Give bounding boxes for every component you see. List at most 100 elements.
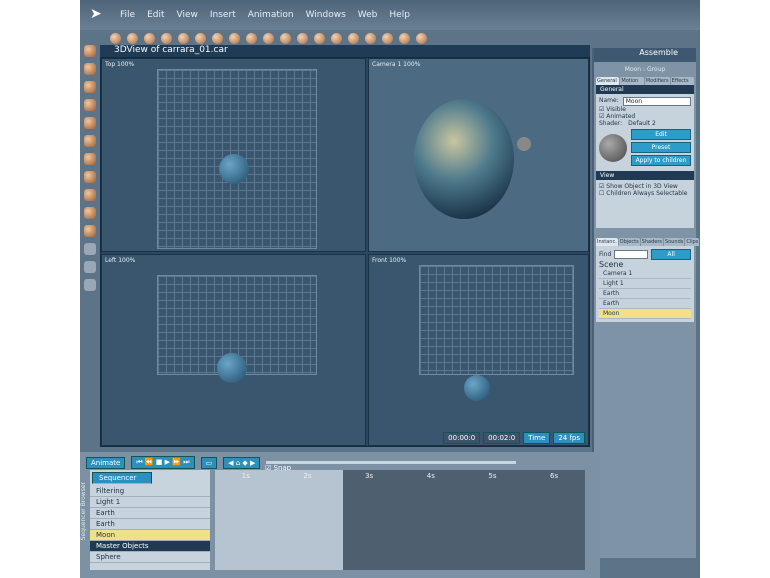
menu-windows[interactable]: Windows [306,10,346,20]
viewport-left[interactable]: Left 100% [101,254,366,446]
find-input[interactable] [614,250,649,259]
fire-icon[interactable] [280,32,291,44]
section-general[interactable]: General [596,85,694,94]
shader-eyedropper-icon[interactable] [84,225,96,237]
bulb-icon[interactable] [365,32,376,44]
menu-view[interactable]: View [177,10,198,20]
sequencer-select[interactable]: Sequencer [92,472,152,484]
scene-item[interactable]: Earth [599,299,691,309]
scene-item[interactable]: Earth [599,289,691,299]
tab-effects[interactable]: Effects [670,77,694,85]
primitive-icon[interactable] [212,32,223,44]
pan-icon[interactable] [84,207,96,219]
animate-button[interactable]: Animate [86,456,126,469]
link-icon[interactable] [84,117,96,129]
menu-animation[interactable]: Animation [248,10,294,20]
bones-icon[interactable] [84,135,96,147]
apply-to-children-button[interactable]: Apply to children [631,155,691,166]
animated-checkbox[interactable]: ☑ Animated [599,113,691,120]
time-button[interactable]: Time [523,432,551,444]
viewport-top[interactable]: Top 100% [101,58,366,252]
terrain-icon[interactable] [229,32,240,44]
tab-clips[interactable]: Clips [685,238,700,246]
name-field[interactable]: Moon [622,97,691,106]
vertex-object-icon[interactable] [144,32,155,44]
keyframe-controls[interactable]: ◀ ⌂ ◆ ▶ [223,456,261,469]
tab-instances[interactable]: Instanc. [596,238,618,246]
sequencer-item[interactable]: Light 1 [90,497,210,508]
track-icon[interactable] [84,171,96,183]
tree-icon[interactable] [246,32,257,44]
ocean-icon[interactable] [331,32,342,44]
camera-tool-icon[interactable] [84,243,96,255]
viewport-camera[interactable]: Camera 1 100% [368,58,589,252]
menu-insert[interactable]: Insert [210,10,236,20]
preset-button[interactable]: Preset [631,142,691,153]
scene-item-selected[interactable]: Moon [599,309,691,319]
earth-object[interactable] [217,353,247,383]
moon-render[interactable] [517,137,531,151]
metaball-icon[interactable] [178,32,189,44]
filter-select[interactable]: All [651,249,691,260]
show-object-label: Show Object in 3D View [606,183,678,190]
master-objects-header[interactable]: Master Objects [90,541,210,552]
spline-object-icon[interactable] [161,32,172,44]
direct-icon[interactable] [84,153,96,165]
move-tool-icon[interactable] [110,32,121,44]
shader-select[interactable]: Default 2 [628,120,656,127]
plant-icon[interactable] [297,32,308,44]
hand-icon[interactable] [84,261,96,273]
fps-select[interactable]: 24 fps [553,432,585,444]
tick-label: 4s [426,472,435,480]
sequencer-item[interactable]: Sphere [90,552,210,563]
time-scrubber[interactable] [266,461,517,464]
light-icon[interactable] [348,32,359,44]
show-object-checkbox[interactable]: ☑ Show Object in 3D View [599,183,691,190]
scale-icon[interactable] [84,99,96,111]
menu-edit[interactable]: Edit [147,10,164,20]
selection-arrow-icon[interactable] [84,45,96,57]
tab-sounds[interactable]: Sounds [664,238,685,246]
menu-file[interactable]: File [120,10,135,20]
group-icon[interactable] [382,32,393,44]
scene-item[interactable]: Light 1 [599,279,691,289]
earth-object[interactable] [219,154,249,184]
tab-browser[interactable]: Browser [80,482,87,506]
loop-button[interactable]: ▭ [200,456,218,469]
cloud-icon[interactable] [263,32,274,44]
earth-object[interactable] [464,375,490,401]
camera-icon[interactable] [399,32,410,44]
text-object-icon[interactable] [195,32,206,44]
earth-render[interactable] [414,99,514,219]
dolly-icon[interactable] [84,189,96,201]
edit-button[interactable]: Edit [631,129,691,140]
sequencer-item[interactable]: Earth [90,519,210,530]
playback-controls[interactable]: ⏮ ⏪ ■ ▶ ⏩ ⏭ [131,456,195,469]
sequencer-item-selected[interactable]: Moon [90,530,210,541]
tick-label: 2s [303,472,312,480]
zoom-icon[interactable] [84,279,96,291]
tab-general[interactable]: General [596,77,620,85]
visible-checkbox[interactable]: ☑ Visible [599,106,691,113]
menu-web[interactable]: Web [358,10,378,20]
sequencer-item[interactable]: Earth [90,508,210,519]
filtering-label[interactable]: Filtering [90,486,210,497]
tab-objects[interactable]: Objects [618,238,640,246]
total-time[interactable]: 00:02:0 [483,432,521,444]
tab-motion[interactable]: Motion [620,77,644,85]
tab-modifiers[interactable]: Modifiers [644,77,670,85]
timeline-tracks[interactable]: 1s 2s 3s 4s 5s 6s [215,470,585,570]
section-view[interactable]: View [596,171,694,180]
move-icon[interactable] [84,63,96,75]
children-selectable-checkbox[interactable]: ☐ Children Always Selectable [599,190,691,197]
current-time[interactable]: 00:00:0 [443,432,481,444]
menu-help[interactable]: Help [389,10,410,20]
rotate-icon[interactable] [84,81,96,93]
viewport-front[interactable]: Front 100% [368,254,589,446]
scene-item[interactable]: Camera 1 [599,269,691,279]
sphere-icon[interactable] [127,32,138,44]
tab-shaders[interactable]: Shaders [640,238,663,246]
wrench-icon[interactable] [416,32,427,44]
particles-icon[interactable] [314,32,325,44]
tab-sequencer[interactable]: Sequencer [80,508,87,540]
